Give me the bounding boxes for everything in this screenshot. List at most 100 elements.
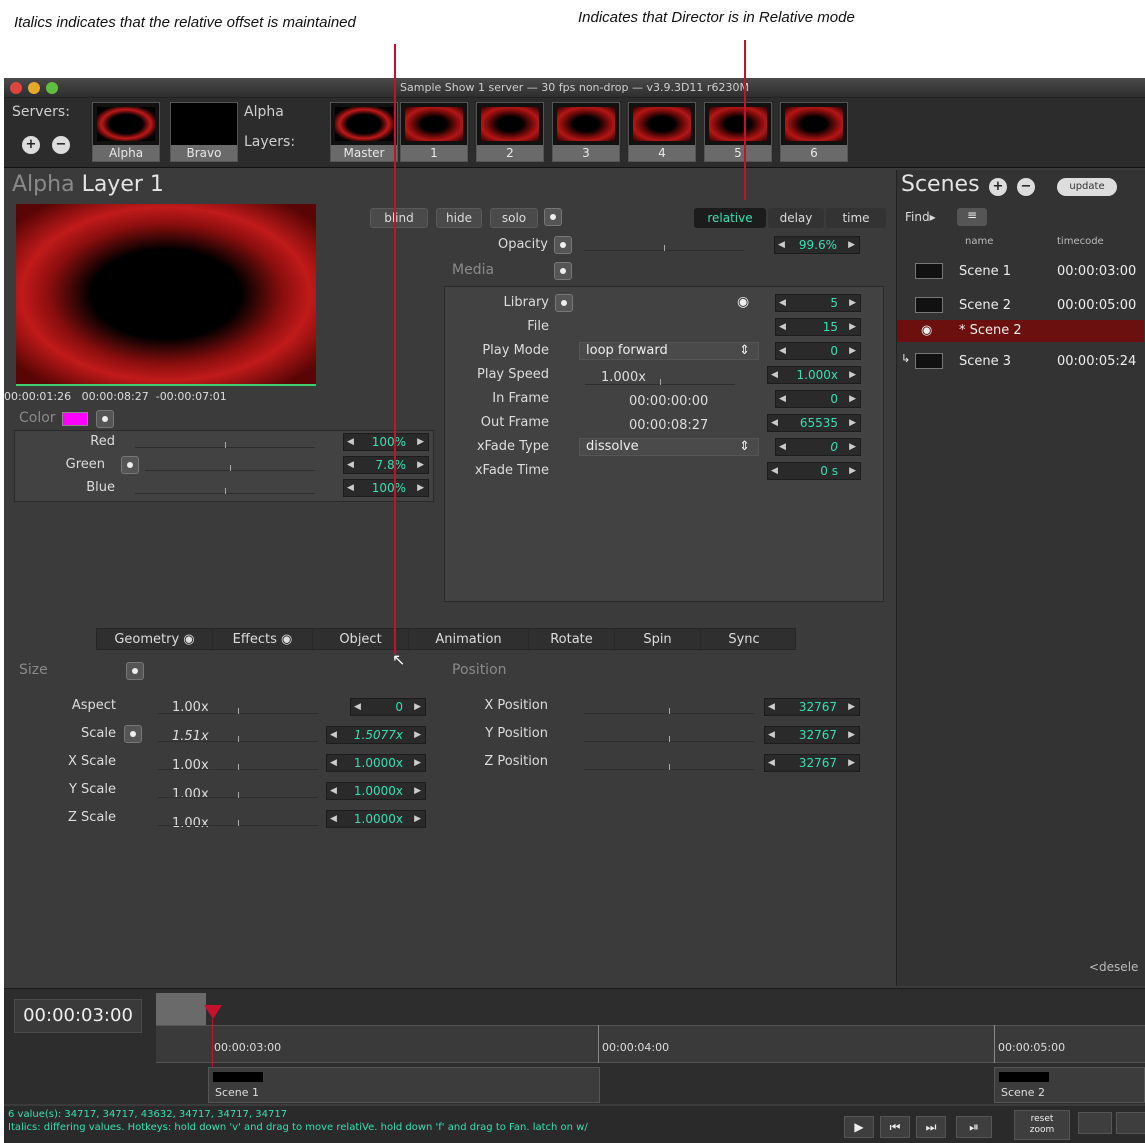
xposition-slider[interactable]	[584, 700, 754, 714]
solo-button[interactable]: solo	[490, 208, 538, 228]
playhead-bar[interactable]	[16, 384, 316, 386]
scene-row[interactable]: ↳ Scene 3 00:00:05:24	[897, 346, 1144, 376]
deselect-text[interactable]: <desele	[1089, 960, 1138, 974]
timeline-clip[interactable]: Scene 1	[208, 1067, 600, 1103]
library-label: Library	[503, 295, 549, 310]
yposition-slider[interactable]	[584, 728, 754, 742]
layer-2[interactable]: 2	[476, 102, 544, 162]
tab-effects[interactable]: Effects ◉	[213, 629, 313, 651]
color-swatch[interactable]	[62, 412, 88, 426]
layer-6[interactable]: 6	[780, 102, 848, 162]
opacity-value[interactable]: 99.6%	[774, 236, 860, 254]
add-scene-button[interactable]: +	[989, 178, 1007, 196]
zscale-slider[interactable]	[158, 812, 318, 826]
playspeed-slider[interactable]	[585, 371, 735, 385]
layer-4[interactable]: 4	[628, 102, 696, 162]
skip-back-icon[interactable]: ⏮	[880, 1116, 910, 1138]
remove-scene-button[interactable]: −	[1017, 178, 1035, 196]
aspect-slider[interactable]	[158, 700, 318, 714]
playspeed-value[interactable]: 1.000x	[767, 366, 861, 384]
blind-button[interactable]: blind	[370, 208, 428, 228]
layer-3[interactable]: 3	[552, 102, 620, 162]
reset-zoom-button[interactable]: reset zoom	[1014, 1110, 1070, 1140]
scale-slider[interactable]	[158, 728, 318, 742]
blue-value[interactable]: 100%	[343, 479, 429, 497]
time-mode-button[interactable]: time	[826, 208, 886, 228]
layer-5[interactable]: 5	[704, 102, 772, 162]
scene-row[interactable]: Scene 2 00:00:05:00	[897, 290, 1144, 320]
relative-mode-button[interactable]: relative	[694, 208, 766, 228]
scale-options-button[interactable]	[124, 725, 142, 743]
library-value[interactable]: 5	[775, 294, 861, 312]
red-value[interactable]: 100%	[343, 433, 429, 451]
delay-mode-button[interactable]: delay	[768, 208, 824, 228]
green-slider[interactable]	[145, 457, 315, 471]
filter-icon[interactable]: ≡	[957, 208, 987, 226]
playspeed-label: Play Speed	[477, 367, 549, 382]
tab-geometry[interactable]: Geometry ◉	[97, 629, 213, 651]
timeline-timecode[interactable]: 00:00:03:00	[14, 999, 142, 1033]
add-server-button[interactable]: +	[22, 136, 40, 154]
tab-rotate[interactable]: Rotate	[529, 629, 615, 651]
yscale-slider[interactable]	[158, 784, 318, 798]
red-label: Red	[90, 434, 115, 449]
playmode-value[interactable]: 0	[775, 342, 861, 360]
playhead-icon[interactable]	[204, 1005, 222, 1019]
skip-forward-icon[interactable]: ⏭	[916, 1116, 946, 1138]
color-label: Color	[19, 410, 56, 426]
xfadetime-value[interactable]: 0 s	[767, 462, 861, 480]
media-options-button[interactable]	[554, 262, 572, 280]
loop-play-icon[interactable]: ⏯	[956, 1116, 992, 1138]
green-value[interactable]: 7.8%	[343, 456, 429, 474]
library-options-button[interactable]	[555, 294, 573, 312]
server-bravo[interactable]: Bravo	[170, 102, 238, 162]
xscale-slider[interactable]	[158, 756, 318, 770]
zposition-slider[interactable]	[584, 756, 754, 770]
timeline-mark: 00:00:04:00	[602, 1041, 670, 1054]
remove-server-button[interactable]: −	[52, 136, 70, 154]
eye-icon[interactable]: ◉	[737, 294, 749, 310]
title-bar: Sample Show 1 server — 30 fps non-drop —…	[4, 78, 1145, 98]
timeline-clip[interactable]: Scene 2	[994, 1067, 1145, 1103]
xposition-value[interactable]: 32767	[764, 698, 860, 716]
scene-row[interactable]: Scene 1 00:00:03:00	[897, 256, 1144, 286]
aspect-value[interactable]: 0	[350, 698, 426, 716]
opacity-options-button[interactable]	[554, 236, 572, 254]
blue-slider[interactable]	[135, 480, 315, 494]
update-button[interactable]: update	[1057, 178, 1117, 196]
play-icon[interactable]: ▶	[844, 1116, 874, 1138]
xfade-value[interactable]: 0	[775, 438, 861, 456]
yscale-value[interactable]: 1.0000x	[326, 782, 426, 800]
color-options-button[interactable]	[96, 410, 114, 428]
size-options-button[interactable]	[126, 662, 144, 680]
app-window: Sample Show 1 server — 30 fps non-drop —…	[4, 78, 1145, 1143]
xfade-label: xFade Type	[476, 439, 549, 454]
opacity-slider[interactable]	[584, 237, 744, 251]
playmode-select[interactable]: loop forward ⇕	[579, 342, 759, 360]
xfade-select[interactable]: dissolve ⇕	[579, 438, 759, 456]
tab-animation[interactable]: Animation	[409, 629, 529, 651]
inframe-text: 00:00:00:00	[629, 394, 709, 409]
layer-master[interactable]: Master	[330, 102, 398, 162]
server-alpha[interactable]: Alpha	[92, 102, 160, 162]
layer-1[interactable]: 1	[400, 102, 468, 162]
inframe-value[interactable]: 0	[775, 390, 861, 408]
scale-value[interactable]: 1.5077x	[326, 726, 426, 744]
green-options-button[interactable]	[121, 456, 139, 474]
tab-sync[interactable]: Sync	[701, 629, 787, 651]
file-value[interactable]: 15	[775, 318, 861, 336]
size-label: Size	[19, 662, 48, 678]
xscale-value[interactable]: 1.0000x	[326, 754, 426, 772]
status-bar: 6 value(s): 34717, 34717, 43632, 34717, …	[4, 1106, 1145, 1143]
find-label[interactable]: Find▸	[905, 210, 936, 224]
layer-options-button[interactable]	[544, 208, 562, 226]
outframe-value[interactable]: 65535	[767, 414, 861, 432]
hide-button[interactable]: hide	[436, 208, 482, 228]
red-slider[interactable]	[135, 434, 315, 448]
yposition-value[interactable]: 32767	[764, 726, 860, 744]
window-title: Sample Show 1 server — 30 fps non-drop —…	[400, 81, 749, 94]
zposition-value[interactable]: 32767	[764, 754, 860, 772]
scene-row-selected[interactable]: ◉ * Scene 2	[897, 320, 1144, 342]
zscale-value[interactable]: 1.0000x	[326, 810, 426, 828]
tab-spin[interactable]: Spin	[615, 629, 701, 651]
